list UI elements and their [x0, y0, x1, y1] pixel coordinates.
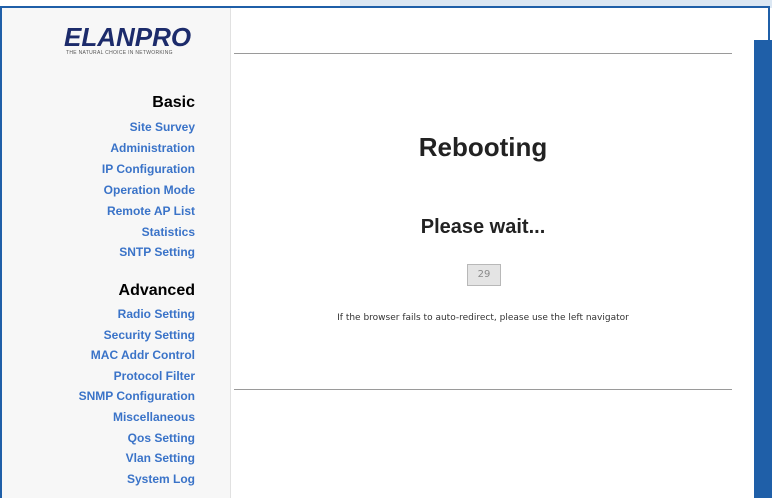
top-divider — [234, 53, 732, 54]
nav-ip-configuration[interactable]: IP Configuration — [102, 162, 195, 176]
lanpro-logo: ELANPRO THE NATURAL CHOICE IN NETWORKING — [64, 24, 204, 58]
nav-statistics[interactable]: Statistics — [142, 225, 195, 239]
redirect-note: If the browser fails to auto-redirect, p… — [337, 313, 629, 323]
sidebar: ELANPRO THE NATURAL CHOICE IN NETWORKING… — [2, 8, 231, 498]
bottom-divider — [234, 389, 732, 390]
nav-system-log[interactable]: System Log — [127, 472, 195, 486]
nav-mac-addr-control[interactable]: MAC Addr Control — [91, 348, 195, 362]
main-content: Rebooting Please wait... 29 If the brows… — [234, 8, 750, 498]
nav-sntp-setting[interactable]: SNTP Setting — [119, 245, 195, 259]
nav-vlan-setting[interactable]: Vlan Setting — [126, 451, 195, 465]
logo-tagline: THE NATURAL CHOICE IN NETWORKING — [66, 50, 173, 56]
nav-protocol-filter[interactable]: Protocol Filter — [114, 369, 195, 383]
nav-administration[interactable]: Administration — [110, 141, 195, 155]
nav-remote-ap-list[interactable]: Remote AP List — [107, 204, 195, 218]
page-subtitle: Please wait... — [420, 216, 546, 238]
countdown-field: 29 — [467, 264, 501, 286]
section-title-basic: Basic — [152, 94, 195, 111]
nav-snmp-configuration[interactable]: SNMP Configuration — [79, 389, 195, 403]
nav-site-survey[interactable]: Site Survey — [130, 120, 195, 134]
nav-radio-setting[interactable]: Radio Setting — [118, 307, 195, 321]
section-title-advanced: Advanced — [118, 282, 195, 299]
frame-right-edge — [754, 40, 772, 498]
page-title: Rebooting — [418, 132, 548, 162]
logo-text: ELANPRO — [64, 22, 192, 52]
nav-qos-setting[interactable]: Qos Setting — [128, 431, 195, 445]
nav-security-setting[interactable]: Security Setting — [104, 328, 195, 342]
nav-operation-mode[interactable]: Operation Mode — [104, 183, 195, 197]
nav-miscellaneous[interactable]: Miscellaneous — [113, 410, 195, 424]
